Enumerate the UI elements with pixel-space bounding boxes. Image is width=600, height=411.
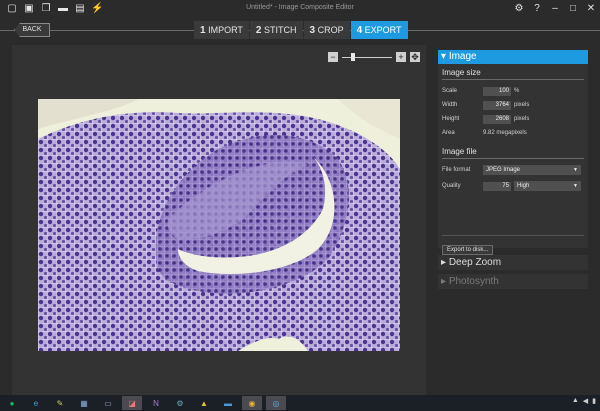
ice-icon[interactable]: ◎ bbox=[266, 396, 286, 410]
width-label: Width bbox=[442, 102, 458, 108]
drive-icon[interactable]: ▲ bbox=[194, 396, 214, 410]
section-title: Photosynth bbox=[448, 276, 499, 287]
step-number: 1 bbox=[200, 25, 206, 36]
taskbar-apps: ● e ✎ ▦ ▭ ◪ N ⚙ ▲ ▬ ◉ ◎ bbox=[2, 396, 286, 410]
step-export[interactable]: 4 EXPORT bbox=[350, 21, 408, 39]
panorama-image bbox=[38, 99, 400, 351]
quality-input[interactable]: 75 bbox=[483, 181, 511, 191]
step-label: EXPORT bbox=[364, 25, 402, 35]
height-input[interactable]: 2608 bbox=[483, 114, 511, 124]
help-icon[interactable]: ? bbox=[532, 2, 542, 16]
format-row: File format JPEG Image ▼ bbox=[442, 163, 584, 177]
maximize-button[interactable]: □ bbox=[568, 2, 578, 16]
window-title: Untitled* - Image Composite Editor bbox=[246, 4, 354, 11]
photosynth-section-header[interactable]: ▸ Photosynth bbox=[438, 274, 588, 289]
taskbar: ● e ✎ ▦ ▭ ◪ N ⚙ ▲ ▬ ◉ ◎ ▲ ◀ ▮ bbox=[0, 395, 600, 411]
step-label: CROP bbox=[317, 25, 344, 35]
app-window: ▢ ▣ ❐ ▬ ▤ ⚡ Untitled* - Image Composite … bbox=[0, 0, 600, 395]
volume-icon[interactable]: ◀ bbox=[583, 397, 588, 405]
step-label: IMPORT bbox=[208, 25, 243, 35]
spotify-icon[interactable]: ● bbox=[2, 396, 22, 410]
system-tray: ▲ ◀ ▮ bbox=[572, 397, 596, 405]
format-label: File format bbox=[442, 167, 471, 173]
image-section-header[interactable]: ▾ Image bbox=[438, 50, 588, 64]
zoom-thumb[interactable] bbox=[351, 53, 355, 61]
area-row: Area 9.82 megapixels bbox=[442, 126, 584, 140]
quality-row: Quality 75 High ▼ bbox=[442, 179, 584, 193]
chrome-icon[interactable]: ◉ bbox=[242, 396, 262, 410]
scale-label: Scale bbox=[442, 88, 458, 94]
chevron-down-icon: ▼ bbox=[573, 183, 578, 189]
area-label: Area bbox=[442, 130, 455, 136]
section-title: Deep Zoom bbox=[448, 257, 502, 268]
tissue-image bbox=[38, 99, 400, 351]
tray-expand-icon[interactable]: ▲ bbox=[572, 397, 579, 405]
show-desktop-button[interactable]: ▮ bbox=[592, 397, 596, 405]
image-size-title: Image size bbox=[442, 68, 584, 80]
scale-unit: % bbox=[514, 88, 520, 94]
step-number: 2 bbox=[255, 25, 262, 36]
step-import[interactable]: 1 IMPORT bbox=[194, 21, 249, 39]
scale-input[interactable]: 100 bbox=[483, 86, 511, 96]
export-to-disk-button[interactable]: Export to disk... bbox=[442, 245, 494, 255]
workflow-steps: 1 IMPORT 2 STITCH 3 CROP 4 EXPORT bbox=[194, 21, 409, 39]
zoom-track bbox=[342, 57, 392, 58]
computer-icon[interactable]: ▭ bbox=[98, 396, 118, 410]
select-value: High bbox=[517, 183, 530, 189]
image-file-title: Image file bbox=[442, 147, 584, 159]
step-number: 3 bbox=[309, 25, 316, 36]
zoom-controls: − + ✥ bbox=[328, 52, 420, 62]
section-title: Image bbox=[448, 51, 477, 62]
ie-icon[interactable]: e bbox=[26, 396, 46, 410]
back-button[interactable]: BACK bbox=[14, 23, 50, 37]
window-controls: ⚙ ? – □ ✕ bbox=[514, 2, 596, 16]
height-unit: pixels bbox=[514, 116, 530, 122]
paint-icon[interactable]: ✎ bbox=[50, 396, 70, 410]
select-value: JPEG Image bbox=[486, 167, 521, 173]
settings-icon[interactable]: ⚙ bbox=[170, 396, 190, 410]
workflow-nav: BACK 1 IMPORT 2 STITCH 3 CROP 4 EXPORT bbox=[0, 20, 600, 40]
title-bar: ▢ ▣ ❐ ▬ ▤ ⚡ Untitled* - Image Composite … bbox=[0, 0, 600, 20]
zoom-slider[interactable] bbox=[342, 52, 392, 62]
image-section-body: Image size Scale 100 % Width 3764 pixels… bbox=[438, 64, 588, 255]
width-row: Width 3764 pixels bbox=[442, 98, 584, 112]
onenote-icon[interactable]: N bbox=[146, 396, 166, 410]
minimize-button[interactable]: – bbox=[550, 2, 560, 16]
width-unit: pixels bbox=[514, 102, 530, 108]
export-panel: ▾ Image Image size Scale 100 % Width 376… bbox=[438, 50, 588, 289]
fit-to-window-button[interactable]: ✥ bbox=[410, 52, 420, 62]
height-label: Height bbox=[442, 116, 460, 122]
divider bbox=[442, 235, 584, 236]
folder-icon[interactable]: ▬ bbox=[218, 396, 238, 410]
deep-zoom-section-header[interactable]: ▸ Deep Zoom bbox=[438, 255, 588, 270]
explorer-icon[interactable]: ▦ bbox=[74, 396, 94, 410]
scale-row: Scale 100 % bbox=[442, 84, 584, 98]
file-format-select[interactable]: JPEG Image ▼ bbox=[483, 165, 581, 175]
step-stitch[interactable]: 2 STITCH bbox=[249, 21, 303, 39]
area-value: 9.82 megapixels bbox=[483, 130, 527, 136]
step-number: 4 bbox=[356, 25, 363, 36]
zoom-in-button[interactable]: + bbox=[396, 52, 406, 62]
quality-select[interactable]: High ▼ bbox=[514, 181, 581, 191]
settings-icon[interactable]: ⚙ bbox=[514, 2, 524, 16]
step-crop[interactable]: 3 CROP bbox=[303, 21, 350, 39]
step-label: STITCH bbox=[264, 25, 297, 35]
chevron-down-icon: ▼ bbox=[573, 167, 578, 173]
height-row: Height 2608 pixels bbox=[442, 112, 584, 126]
width-input[interactable]: 3764 bbox=[483, 100, 511, 110]
photos-icon[interactable]: ◪ bbox=[122, 396, 142, 410]
close-button[interactable]: ✕ bbox=[586, 2, 596, 16]
zoom-out-button[interactable]: − bbox=[328, 52, 338, 62]
quality-label: Quality bbox=[442, 183, 461, 189]
